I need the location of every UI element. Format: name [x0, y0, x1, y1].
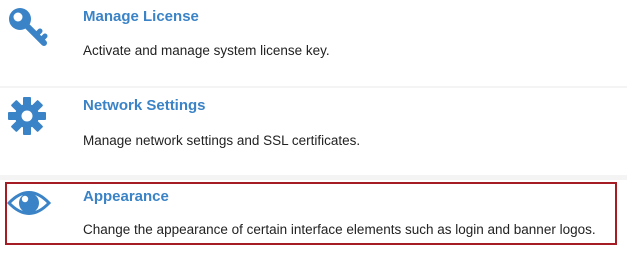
settings-page: Manage License Activate and manage syste… [0, 0, 627, 254]
key-icon[interactable] [6, 4, 48, 46]
manage-license-link[interactable]: Manage License [83, 8, 199, 25]
manage-license-description: Activate and manage system license key. [83, 43, 330, 58]
settings-item-network-settings[interactable]: Network Settings Manage network settings… [0, 88, 627, 175]
eye-icon[interactable] [6, 188, 52, 218]
settings-item-manage-license[interactable]: Manage License Activate and manage syste… [0, 0, 627, 86]
gear-icon[interactable] [7, 96, 49, 138]
settings-item-appearance[interactable]: Appearance Change the appearance of cert… [0, 180, 627, 254]
appearance-link[interactable]: Appearance [83, 188, 169, 205]
network-settings-link[interactable]: Network Settings [83, 97, 206, 114]
appearance-description: Change the appearance of certain interfa… [83, 222, 596, 237]
network-settings-description: Manage network settings and SSL certific… [83, 133, 361, 148]
